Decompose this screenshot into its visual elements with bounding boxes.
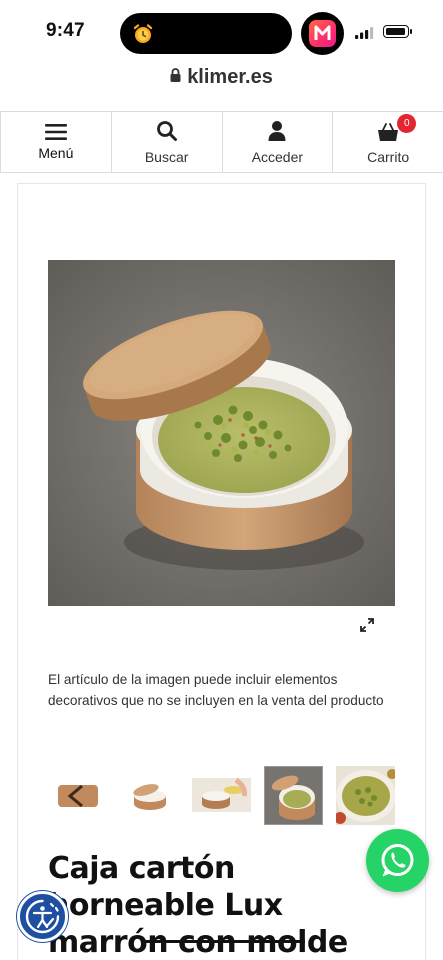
product-thumbnail[interactable] <box>120 766 179 825</box>
url-text: klimer.es <box>187 66 273 88</box>
address-bar[interactable]: klimer.es <box>0 66 443 89</box>
nav-item-login[interactable]: Acceder <box>223 112 334 172</box>
nav-label-menu: Menú <box>38 145 74 161</box>
accessibility-icon <box>25 899 60 934</box>
nav-label-search: Buscar <box>144 149 189 165</box>
cellular-signal-icon <box>355 27 374 39</box>
status-bar: 9:47 <box>0 0 443 62</box>
product-thumbnail-selected[interactable] <box>264 766 323 825</box>
product-title-line: Caja cartón <box>48 851 235 886</box>
nav-item-menu[interactable]: Menú <box>0 112 112 172</box>
live-activity-app-icon[interactable] <box>301 12 344 55</box>
alarm-clock-icon <box>133 24 153 43</box>
nav-label-login: Acceder <box>251 149 304 165</box>
nav-item-cart[interactable]: 0 Carrito <box>333 112 443 172</box>
status-time: 9:47 <box>46 20 85 41</box>
image-disclaimer: El artículo de la imagen puede incluir e… <box>48 672 384 708</box>
product-title: Caja cartón horneable Lux marrón con mol… <box>48 850 378 960</box>
cart-count-badge: 0 <box>397 114 417 133</box>
accessibility-button[interactable] <box>17 891 68 942</box>
nav-label-cart: Carrito <box>367 149 410 165</box>
product-thumbnail[interactable] <box>336 766 395 825</box>
product-main-image[interactable] <box>48 260 395 606</box>
product-thumbnail[interactable] <box>48 766 107 825</box>
hamburger-icon <box>44 124 67 140</box>
whatsapp-icon <box>381 844 414 877</box>
battery-icon <box>383 25 412 38</box>
user-icon <box>268 121 286 141</box>
lock-icon <box>170 68 181 82</box>
product-thumbnail-strip <box>48 766 395 825</box>
whatsapp-button[interactable] <box>366 829 429 892</box>
expand-image-icon[interactable] <box>359 617 375 633</box>
dynamic-island <box>120 13 292 54</box>
product-thumbnail[interactable] <box>192 766 251 825</box>
product-title-line: horneable Lux <box>48 888 283 923</box>
search-icon <box>156 121 177 141</box>
nav-item-search[interactable]: Buscar <box>112 112 223 172</box>
title-strike-line <box>145 940 305 943</box>
site-nav-bar: Menú Buscar Acceder 0 Carrito <box>0 111 443 173</box>
